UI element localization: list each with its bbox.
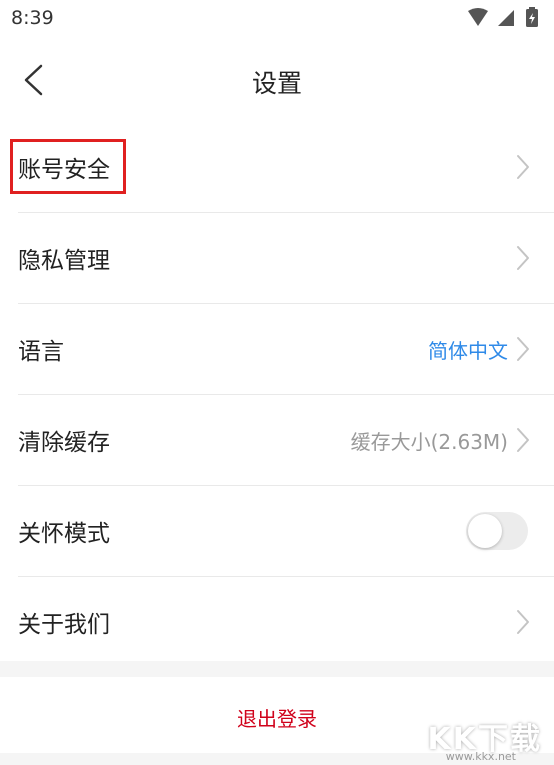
settings-item-clear-cache[interactable]: 清除缓存 缓存大小(2.63M)	[18, 395, 554, 486]
settings-item-label: 关于我们	[18, 612, 110, 638]
highlight-box	[10, 139, 126, 194]
wifi-icon	[468, 8, 488, 26]
settings-item-privacy[interactable]: 隐私管理	[18, 213, 554, 304]
status-bar: 8:39	[0, 0, 554, 38]
care-mode-toggle[interactable]	[466, 512, 528, 550]
settings-item-label: 清除缓存	[18, 430, 110, 456]
watermark-url: www.kkx.net	[445, 750, 516, 763]
section-divider	[0, 661, 554, 677]
status-time: 8:39	[11, 7, 54, 29]
chevron-right-icon	[517, 337, 529, 361]
battery-icon	[526, 7, 538, 27]
chevron-right-icon	[517, 610, 529, 634]
chevron-right-icon	[517, 428, 529, 452]
settings-item-label: 隐私管理	[18, 248, 110, 274]
logout-label: 退出登录	[237, 707, 317, 731]
settings-item-language[interactable]: 语言 简体中文	[18, 304, 554, 395]
language-value: 简体中文	[428, 339, 508, 363]
settings-item-care-mode: 关怀模式	[18, 486, 554, 577]
chevron-right-icon	[517, 246, 529, 270]
settings-item-about[interactable]: 关于我们	[18, 577, 554, 667]
status-icons	[466, 7, 546, 29]
settings-list: 账号安全 隐私管理 语言 简体中文 清除缓存 缓存大小(2.63M) 关怀模式 …	[0, 122, 554, 667]
watermark: KK下载 www.kkx.net	[406, 712, 546, 764]
signal-icon	[498, 10, 514, 26]
settings-item-label: 语言	[18, 339, 64, 365]
chevron-right-icon	[517, 155, 529, 179]
toggle-knob	[468, 514, 502, 548]
settings-item-label: 关怀模式	[18, 521, 110, 547]
title-bar: 设置	[0, 40, 554, 120]
cache-size-value: 缓存大小(2.63M)	[350, 430, 508, 454]
page-title: 设置	[251, 69, 302, 98]
